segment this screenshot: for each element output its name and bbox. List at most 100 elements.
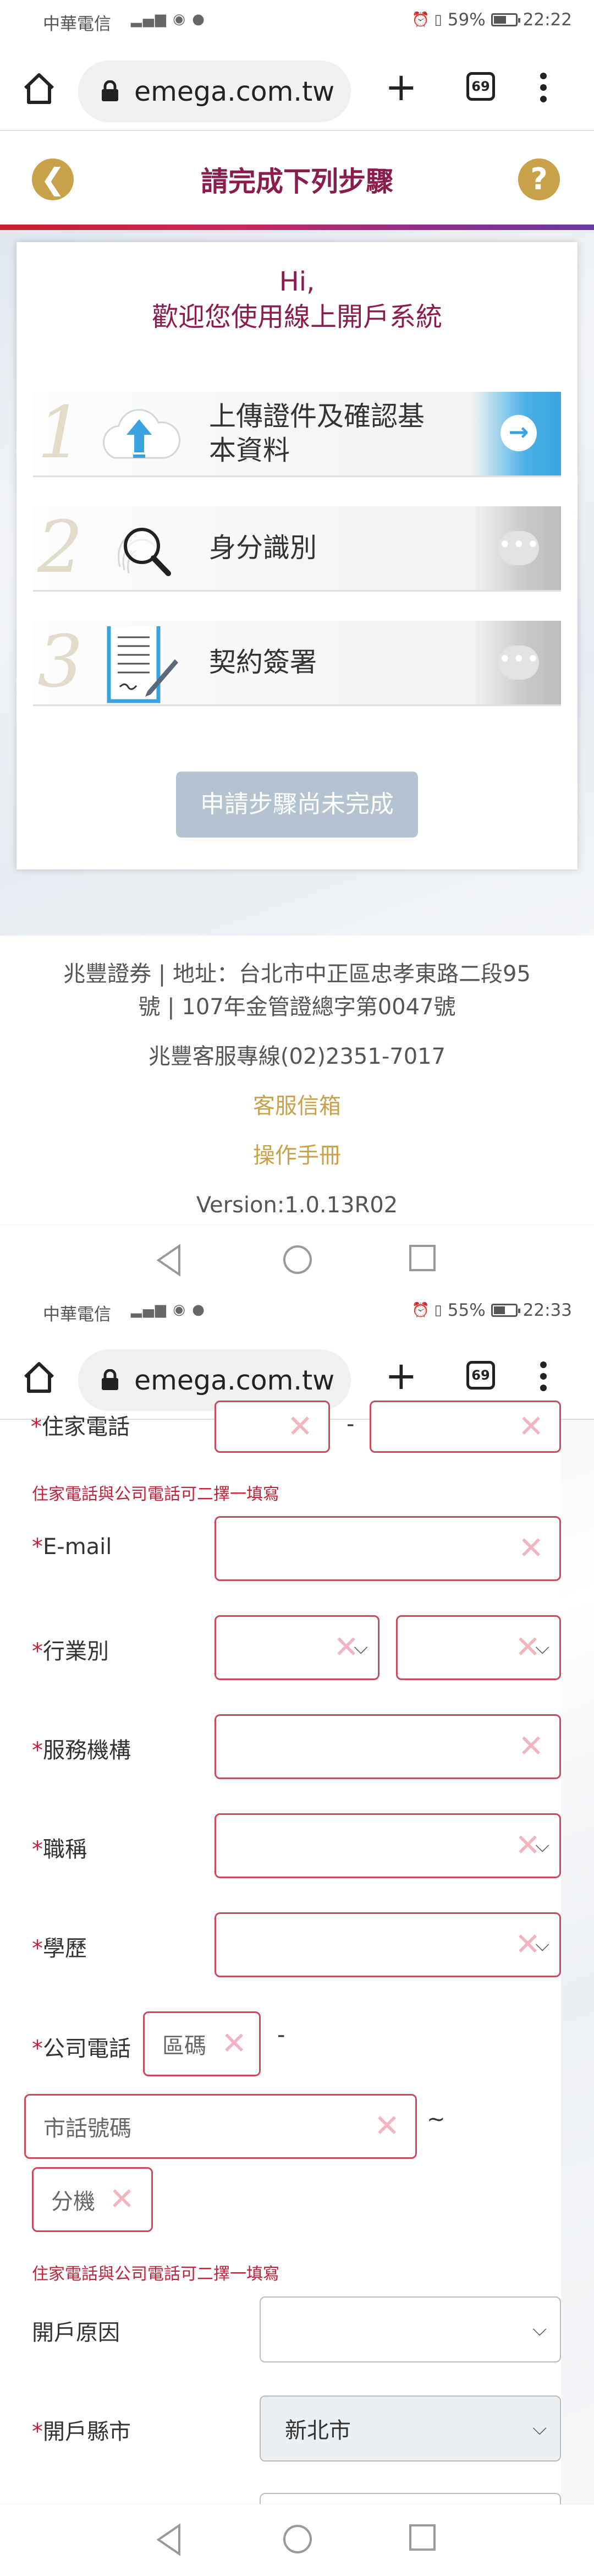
browser-toolbar: emega.com.tw + 69 (0, 43, 594, 131)
extension-placeholder: 分機 (51, 2189, 95, 2214)
new-tab-button[interactable]: + (385, 1357, 417, 1395)
alarm-vibrate-icon: ⏰ ▯ (411, 12, 442, 28)
carrier-name: 中華電信 (43, 1305, 111, 1325)
more-dots-icon: ••• (498, 646, 540, 680)
footer: 兆豐證券 | 地址：台北市中正區忠孝東路二段95 號 | 107年金管證總字第0… (0, 936, 594, 1224)
battery-percent: 55% (447, 1300, 486, 1320)
footer-hotline: 兆豐客服專線(02)2351-7017 (148, 1044, 446, 1069)
greeting: Hi, 歡迎您使用線上開戶系統 (16, 264, 578, 335)
step-go-button[interactable]: → (473, 392, 561, 475)
company-area-code-input[interactable]: 區碼 ✕ (143, 2011, 261, 2076)
company-phone-number-input[interactable]: 市話號碼 ✕ (24, 2094, 417, 2159)
city-label: *開戶縣市 (32, 2419, 131, 2444)
company-phone-label: *公司電話 (32, 2036, 131, 2061)
tilde-separator: ~ (427, 2107, 446, 2132)
chevron-down-icon: ⌵ (535, 1637, 549, 1659)
clear-icon[interactable]: ✕ (221, 2028, 247, 2059)
customer-email-link[interactable]: 客服信箱 (0, 1090, 594, 1123)
battery-percent: 59% (447, 10, 486, 30)
step-contract[interactable]: 3 契約簽署 ••• (33, 621, 561, 706)
step-label: 身分識別 (209, 532, 317, 564)
chevron-down-icon: ⌵ (535, 1934, 549, 1956)
overflow-menu-icon[interactable] (538, 69, 549, 106)
new-tab-button[interactable]: + (385, 68, 417, 106)
nav-back-icon[interactable] (154, 2522, 185, 2557)
step-label: 契約簽署 (209, 647, 317, 678)
battery-icon (491, 1304, 520, 1317)
help-button[interactable]: ? (518, 158, 560, 200)
clear-icon[interactable]: ✕ (287, 1411, 313, 1442)
home-phone-label: *住家電話 (31, 1414, 130, 1440)
reason-select[interactable]: ⌵ (260, 2296, 561, 2362)
step-label-line1: 上傳證件及確認基 (209, 401, 425, 432)
phone-placeholder: 市話號碼 (43, 2116, 131, 2141)
dash-separator: - (277, 2022, 285, 2048)
industry-select-1[interactable]: ✕ ⌵ (215, 1615, 380, 1680)
nav-back-icon[interactable] (154, 1243, 185, 1278)
org-label: *服務機構 (32, 1738, 131, 1763)
city-select[interactable]: 新北市 ⌵ (260, 2395, 561, 2462)
clock: 22:22 (522, 10, 572, 30)
status-bar-2: 中華電信 ▂▄▆ ◉ ● ⏰ ▯ 55% 22:33 (0, 1290, 594, 1333)
chevron-down-icon: ⌵ (532, 2418, 547, 2440)
user-manual-link[interactable]: 操作手冊 (0, 1139, 594, 1172)
chevron-down-icon: ⌵ (354, 1637, 368, 1659)
email-input[interactable]: ✕ (215, 1516, 561, 1581)
upload-cloud-icon (103, 409, 180, 459)
url-text: emega.com.tw (134, 75, 335, 107)
more-dots-icon: ••• (498, 531, 540, 565)
education-select[interactable]: ✕ ⌵ (215, 1912, 561, 1977)
carrier-name: 中華電信 (43, 14, 111, 34)
org-input[interactable]: ✕ (215, 1714, 561, 1779)
arrow-right-icon: → (501, 415, 537, 451)
next-select-partial[interactable] (260, 2493, 561, 2504)
step-identity[interactable]: 2 身分識別 ••• (33, 506, 561, 592)
clear-icon[interactable]: ✕ (518, 1731, 544, 1762)
phone-hint: 住家電話與公司電話可二擇一填寫 (32, 1485, 279, 1504)
step-pending-button[interactable]: ••• (473, 621, 561, 704)
nav-home-icon[interactable] (280, 2522, 315, 2556)
home-icon[interactable] (22, 72, 56, 106)
nav-recents-icon[interactable] (407, 2522, 438, 2553)
chevron-down-icon: ⌵ (535, 1835, 549, 1857)
tab-switcher-button[interactable]: 69 (466, 1361, 495, 1390)
contract-pen-icon (107, 626, 178, 703)
signal-wifi-icon: ▂▄▆ ◉ ● (131, 11, 206, 28)
industry-select-2[interactable]: ✕ ⌵ (396, 1615, 561, 1680)
header-divider (0, 225, 594, 230)
android-nav-bar (0, 1224, 594, 1297)
status-bar: 中華電信 ▂▄▆ ◉ ● ⏰ ▯ 59% 22:22 (0, 0, 594, 43)
greeting-welcome: 歡迎您使用線上開戶系統 (151, 302, 442, 332)
tab-switcher-button[interactable]: 69 (466, 72, 495, 101)
job-title-select[interactable]: ✕ ⌵ (215, 1813, 561, 1878)
step-number: 2 (37, 505, 83, 589)
home-phone-number-input[interactable]: ✕ (370, 1401, 561, 1453)
clock: 22:33 (522, 1300, 572, 1320)
nav-recents-icon[interactable] (407, 1243, 438, 1273)
job-title-label: *職稱 (32, 1837, 87, 1862)
footer-address-line1: 兆豐證券 | 地址：台北市中正區忠孝東路二段95 (63, 961, 531, 987)
nav-home-icon[interactable] (280, 1243, 315, 1277)
lock-icon (102, 1369, 118, 1390)
extension-input[interactable]: 分機 ✕ (32, 2167, 153, 2232)
clear-icon[interactable]: ✕ (518, 1533, 544, 1564)
step-label-line2: 本資料 (209, 435, 290, 466)
dash-separator: - (346, 1412, 355, 1437)
clear-icon[interactable]: ✕ (518, 1411, 544, 1442)
address-bar[interactable]: emega.com.tw (78, 61, 351, 122)
step-number: 3 (37, 620, 83, 703)
clear-icon[interactable]: ✕ (374, 2111, 400, 2142)
step-upload[interactable]: 1 上傳證件及確認基 本資料 → (33, 392, 561, 477)
battery-icon (491, 13, 520, 26)
steps-card: Hi, 歡迎您使用線上開戶系統 1 上傳證件及確認基 本資料 → 2 身分識別 … (16, 242, 578, 869)
home-phone-area-input[interactable]: ✕ (215, 1401, 330, 1453)
overflow-menu-icon[interactable] (538, 1358, 549, 1394)
footer-address-line2: 號 | 107年金管證總字第0047號 (138, 994, 456, 1020)
reason-label: 開戶原因 (32, 2320, 120, 2345)
step-pending-button[interactable]: ••• (473, 506, 561, 590)
step-label: 上傳證件及確認基 本資料 (209, 400, 425, 468)
greeting-hi: Hi, (279, 266, 315, 297)
clear-icon[interactable]: ✕ (109, 2184, 135, 2215)
home-icon[interactable] (22, 1360, 56, 1394)
submit-status-button[interactable]: 申請步驟尚未完成 (176, 772, 418, 838)
